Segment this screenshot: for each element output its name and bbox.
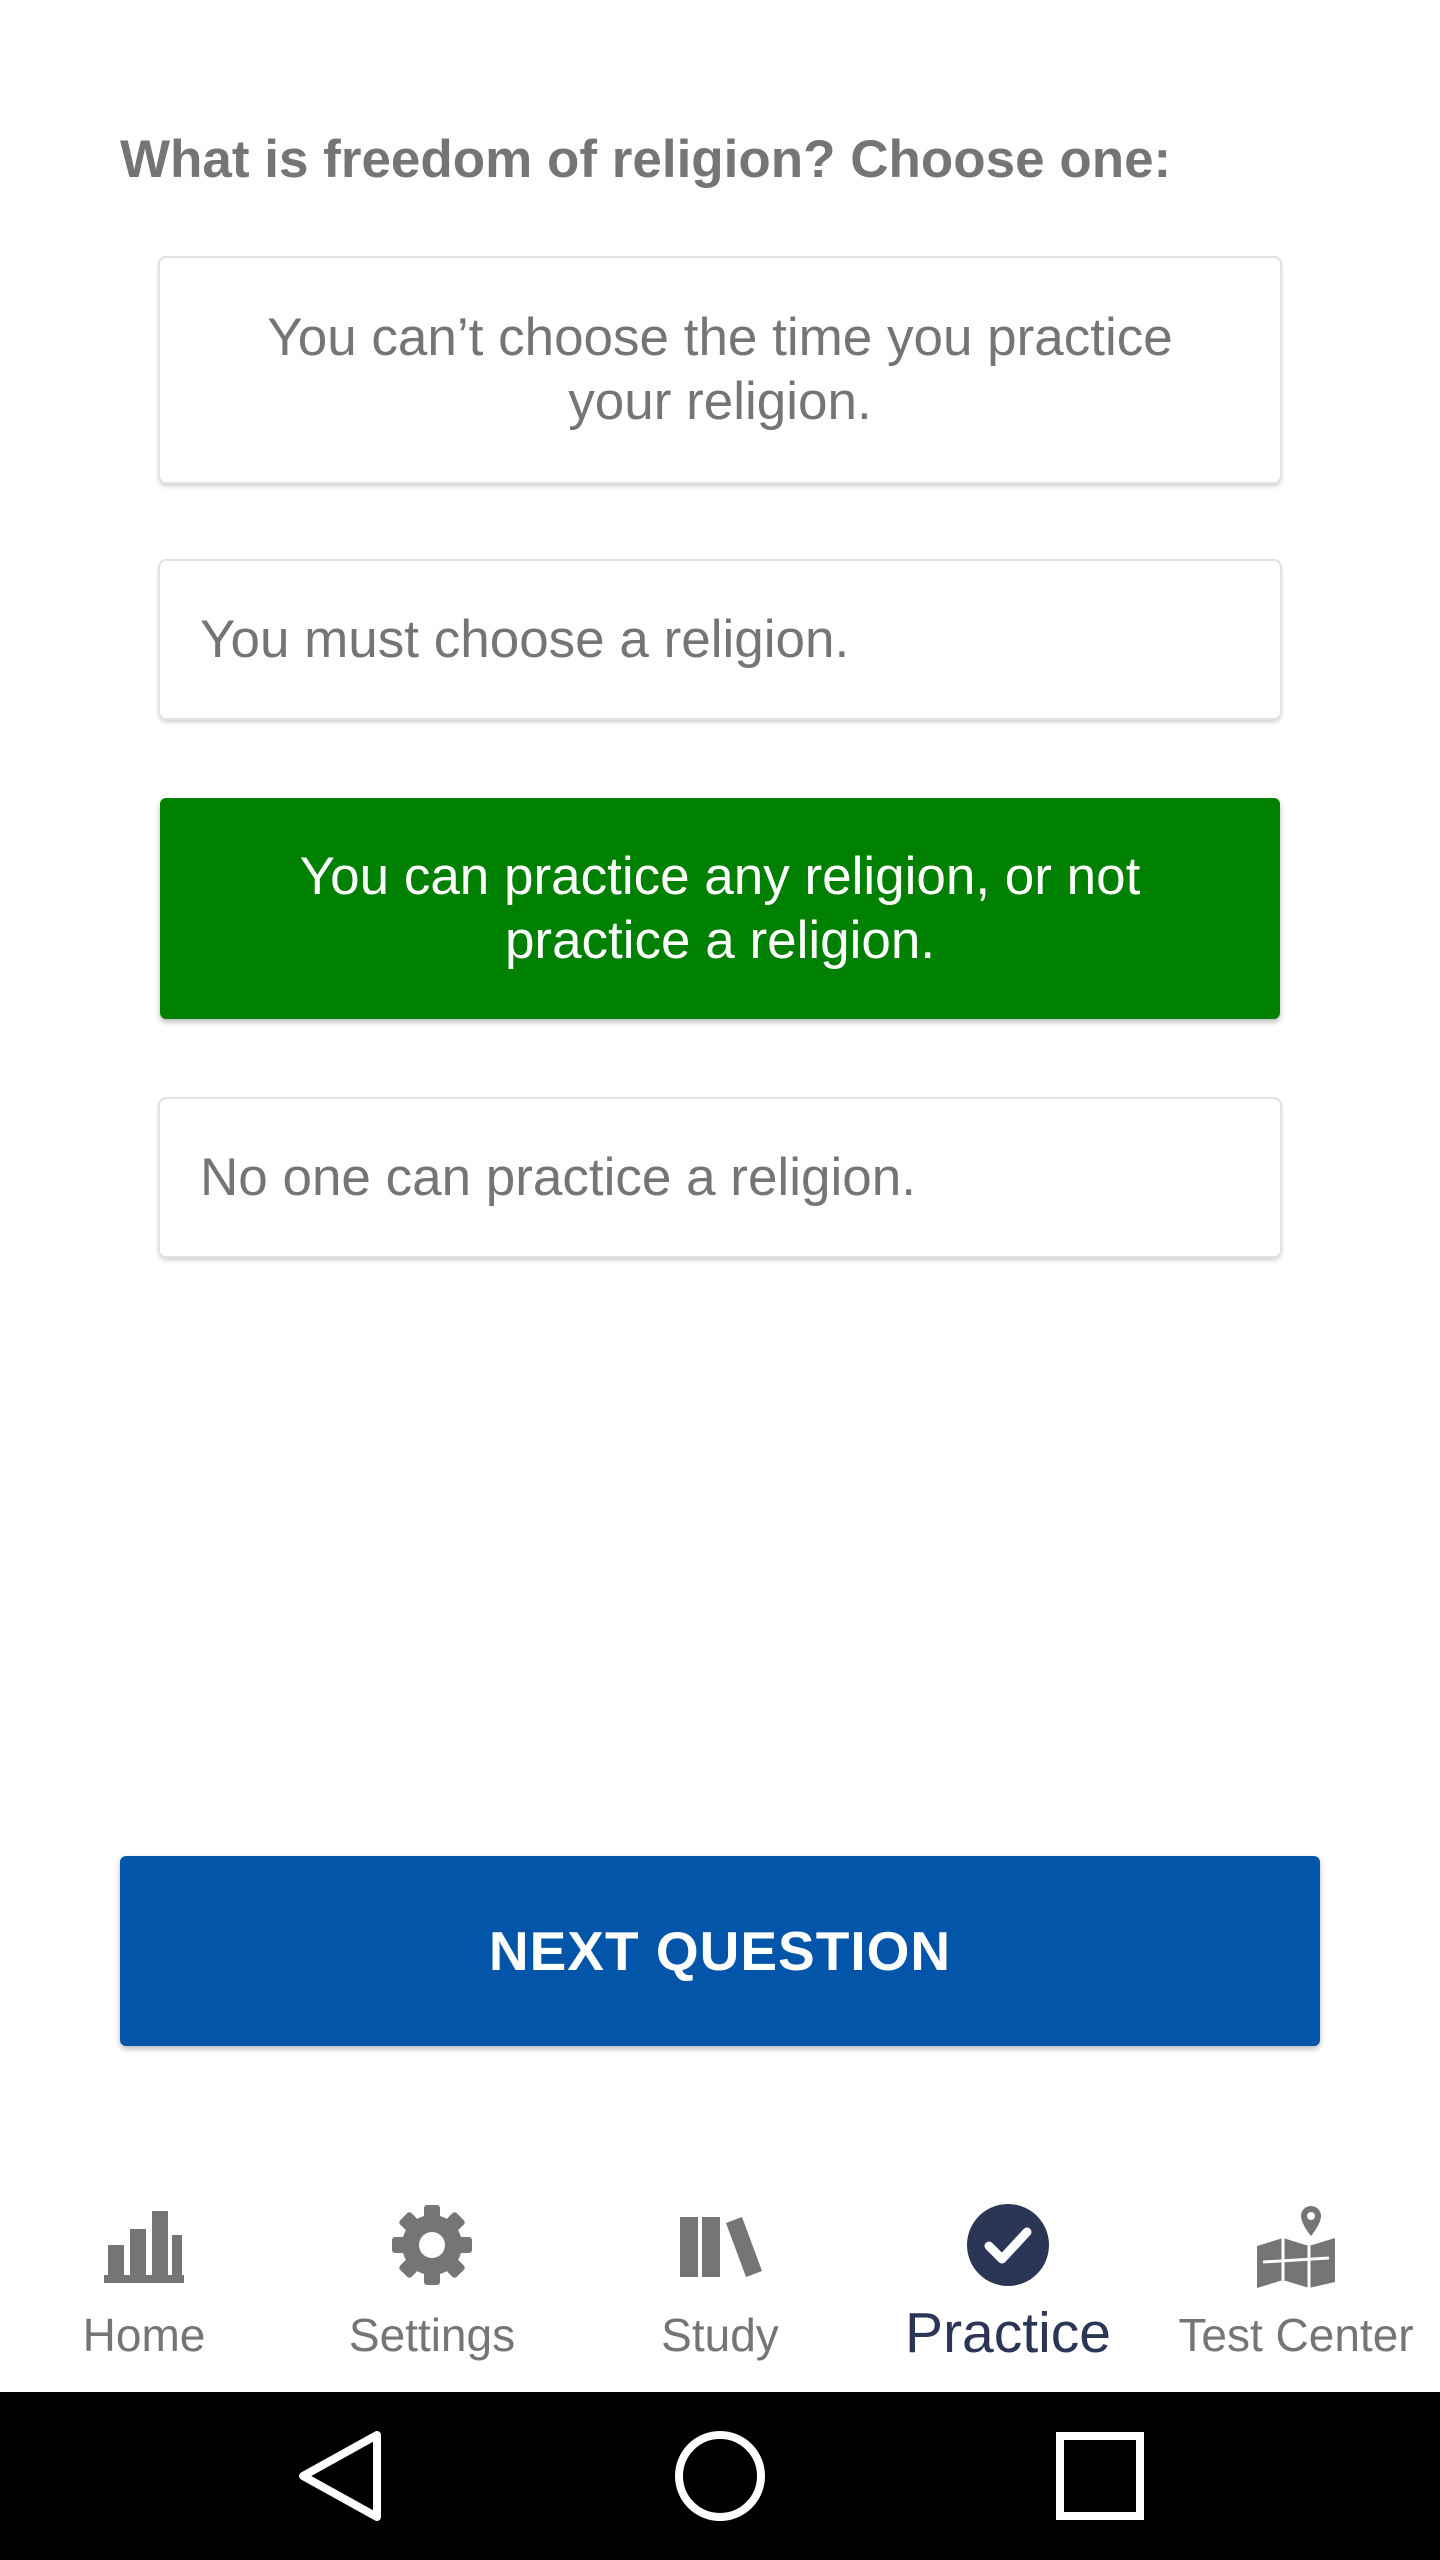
next-question-button[interactable]: NEXT QUESTION	[120, 1856, 1320, 2046]
answer-option-1[interactable]: You can’t choose the time you practice y…	[160, 258, 1280, 482]
answer-option-2[interactable]: You must choose a religion.	[160, 561, 1280, 718]
gear-icon	[387, 2200, 477, 2290]
home-circle-icon[interactable]	[640, 2392, 800, 2560]
nav-label-practice: Practice	[905, 2301, 1111, 2365]
nav-item-test-center[interactable]: Test Center	[1152, 2160, 1440, 2392]
answer-option-4[interactable]: No one can practice a religion.	[160, 1099, 1280, 1256]
nav-label-test-center: Test Center	[1178, 2309, 1414, 2361]
recents-square-icon[interactable]	[1020, 2392, 1180, 2560]
system-navigation-bar	[0, 2392, 1440, 2560]
next-question-label: NEXT QUESTION	[488, 1920, 952, 1982]
back-triangle-icon[interactable]	[260, 2392, 420, 2560]
question-text: What is freedom of religion? Choose one:	[120, 130, 1172, 189]
answer-option-3-correct[interactable]: You can practice any religion, or not pr…	[160, 798, 1280, 1019]
map-pin-icon	[1251, 2200, 1341, 2290]
nav-label-settings: Settings	[348, 2309, 516, 2361]
bar-chart-icon	[99, 2200, 189, 2290]
nav-label-study: Study	[661, 2309, 779, 2361]
check-circle-icon	[963, 2200, 1053, 2290]
answer-option-label: No one can practice a religion.	[200, 1147, 916, 1207]
nav-item-practice[interactable]: Practice	[864, 2160, 1152, 2392]
nav-item-settings[interactable]: Settings	[288, 2160, 576, 2392]
nav-item-home[interactable]: Home	[0, 2160, 288, 2392]
nav-label-home: Home	[82, 2309, 206, 2361]
bottom-navigation: Home Settings Study Practice Test Center	[0, 2160, 1440, 2392]
books-icon	[675, 2200, 765, 2290]
nav-item-study[interactable]: Study	[576, 2160, 864, 2392]
answer-option-label: You must choose a religion.	[200, 609, 850, 669]
answer-option-label: You can practice any religion, or not pr…	[299, 846, 1141, 970]
answer-option-label: You can’t choose the time you practice y…	[267, 308, 1173, 431]
